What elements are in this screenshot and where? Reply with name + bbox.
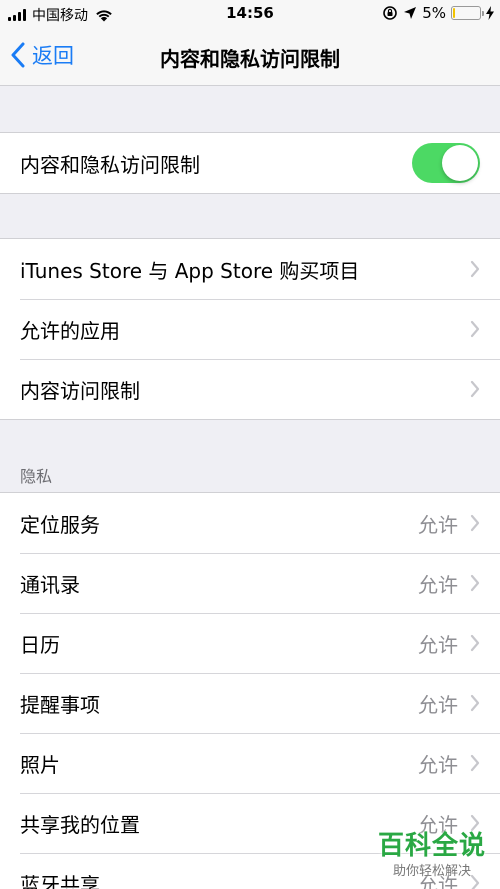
status-bar: 中国移动 14:56 5% <box>0 0 500 28</box>
chevron-right-icon <box>470 514 480 532</box>
row-value: 允许 <box>418 692 458 717</box>
bluetooth-sharing-row[interactable]: 蓝牙共享 允许 <box>0 853 500 889</box>
back-button[interactable]: 返回 <box>10 40 74 70</box>
toggle-knob <box>442 145 478 181</box>
location-services-row[interactable]: 定位服务 允许 <box>0 493 500 553</box>
chevron-right-icon <box>470 814 480 832</box>
row-label: 照片 <box>20 752 60 777</box>
location-arrow-icon <box>404 7 417 19</box>
row-label: 日历 <box>20 632 60 657</box>
content-restrictions-row[interactable]: 内容访问限制 <box>0 359 500 419</box>
privacy-group: 定位服务 允许 通讯录 允许 日历 允许 提醒事项 允许 照片 允许 共享我的位… <box>0 492 500 889</box>
row-label: 通讯录 <box>20 572 80 597</box>
chevron-right-icon <box>470 320 480 338</box>
chevron-left-icon <box>11 42 25 68</box>
row-value: 允许 <box>418 572 458 597</box>
orientation-lock-icon <box>383 6 398 20</box>
restrictions-group: iTunes Store 与 App Store 购买项目 允许的应用 内容访问… <box>0 238 500 420</box>
chevron-right-icon <box>470 260 480 278</box>
chevron-right-icon <box>470 380 480 398</box>
page-title: 内容和隐私访问限制 <box>160 47 340 71</box>
row-value: 允许 <box>418 812 458 837</box>
row-value: 允许 <box>418 632 458 657</box>
back-label: 返回 <box>32 44 74 68</box>
charging-bolt-icon <box>486 6 494 20</box>
chevron-right-icon <box>470 694 480 712</box>
row-value: 允许 <box>418 872 458 889</box>
contacts-row[interactable]: 通讯录 允许 <box>0 553 500 613</box>
row-label: iTunes Store 与 App Store 购买项目 <box>20 258 360 283</box>
row-label: 蓝牙共享 <box>20 872 100 889</box>
chevron-right-icon <box>470 754 480 772</box>
chevron-right-icon <box>470 634 480 652</box>
toggle-label: 内容和隐私访问限制 <box>20 152 200 177</box>
battery-fill <box>453 8 456 18</box>
content-privacy-toggle-row: 内容和隐私访问限制 <box>0 133 500 193</box>
chevron-right-icon <box>470 874 480 889</box>
calendar-row[interactable]: 日历 允许 <box>0 613 500 673</box>
main-toggle-group: 内容和隐私访问限制 <box>0 132 500 194</box>
store-purchases-row[interactable]: iTunes Store 与 App Store 购买项目 <box>0 239 500 299</box>
battery-icon <box>451 6 484 20</box>
share-my-location-row[interactable]: 共享我的位置 允许 <box>0 793 500 853</box>
chevron-right-icon <box>470 574 480 592</box>
privacy-section-header: 隐私 <box>20 467 53 486</box>
row-label: 定位服务 <box>20 512 100 537</box>
content-privacy-toggle[interactable] <box>412 143 480 183</box>
row-label: 内容访问限制 <box>20 378 140 403</box>
row-value: 允许 <box>418 512 458 537</box>
reminders-row[interactable]: 提醒事项 允许 <box>0 673 500 733</box>
battery-percent: 5% <box>422 4 446 22</box>
row-label: 允许的应用 <box>20 318 120 343</box>
navigation-bar: 返回 内容和隐私访问限制 <box>0 28 500 86</box>
status-right: 5% <box>382 4 494 22</box>
row-label: 共享我的位置 <box>20 812 140 837</box>
row-value: 允许 <box>418 752 458 777</box>
row-label: 提醒事项 <box>20 692 100 717</box>
photos-row[interactable]: 照片 允许 <box>0 733 500 793</box>
allowed-apps-row[interactable]: 允许的应用 <box>0 299 500 359</box>
